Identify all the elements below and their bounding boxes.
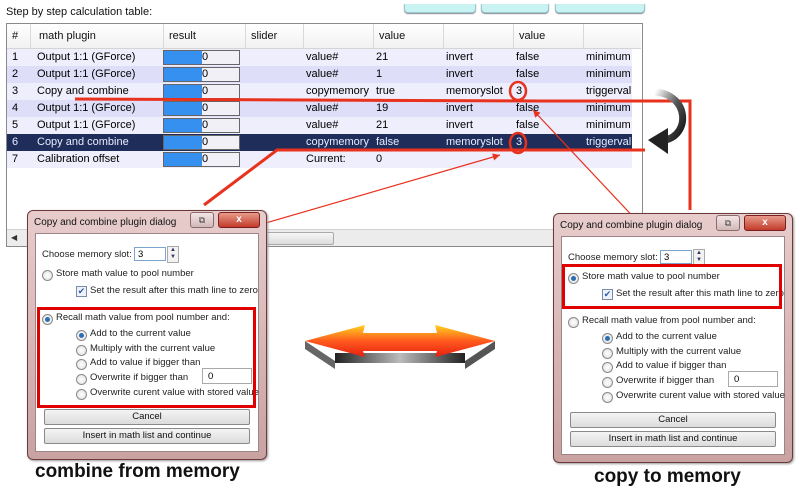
store-label: Store math value to pool number: [56, 268, 194, 279]
insert-button[interactable]: Insert in math list and continue: [570, 431, 776, 447]
option-label: Multiply with the current value: [616, 346, 742, 357]
option-radio[interactable]: [602, 333, 613, 344]
cancel-button[interactable]: Cancel: [570, 412, 776, 428]
store-radio[interactable]: [42, 270, 53, 281]
recall-label: Recall math value from pool number and:: [582, 315, 756, 326]
memory-slot-spinner[interactable]: ▲ ▼: [167, 246, 179, 263]
threshold-input[interactable]: 0: [728, 371, 778, 387]
option-radio[interactable]: [602, 348, 613, 359]
store-highlight-box: [562, 264, 782, 309]
dialog-title: Copy and combine plugin dialog: [560, 220, 703, 231]
memory-slot-label: Choose memory slot:: [568, 252, 658, 263]
recall-radio[interactable]: [568, 317, 579, 328]
annotation-line-copy: [74, 97, 692, 210]
cancel-button[interactable]: Cancel: [44, 409, 250, 425]
restore-icon[interactable]: ⧉: [190, 212, 214, 228]
close-icon[interactable]: x: [744, 215, 786, 231]
recall-highlight-box: [37, 307, 256, 408]
memory-slot-input[interactable]: 3: [134, 247, 166, 261]
copy-caption: copy to memory: [594, 466, 741, 487]
dialog-title: Copy and combine plugin dialog: [34, 217, 177, 228]
combine-caption: combine from memory: [35, 461, 240, 482]
option-label: Add to value if bigger than: [616, 360, 727, 371]
close-icon[interactable]: x: [218, 212, 260, 228]
option-label: Overwrite curent value with stored value: [616, 390, 785, 401]
restore-icon[interactable]: ⧉: [716, 215, 740, 231]
double-headed-arrow-icon: [305, 325, 495, 369]
memory-slot-label: Choose memory slot:: [42, 249, 132, 260]
option-label: Add to the current value: [616, 331, 717, 342]
copy-dialog: Copy and combine plugin dialog ⧉ x Choos…: [553, 213, 793, 463]
highlight-circle-row3: [508, 80, 528, 102]
option-radio[interactable]: [602, 377, 613, 388]
option-radio[interactable]: [602, 392, 613, 403]
option-radio[interactable]: [602, 362, 613, 373]
zero-label: Set the result after this math line to z…: [90, 285, 258, 296]
memory-slot-input[interactable]: 3: [660, 250, 692, 264]
zero-checkbox[interactable]: ✔: [76, 286, 87, 297]
option-label: Overwrite if bigger than: [616, 375, 715, 386]
insert-button[interactable]: Insert in math list and continue: [44, 428, 250, 444]
